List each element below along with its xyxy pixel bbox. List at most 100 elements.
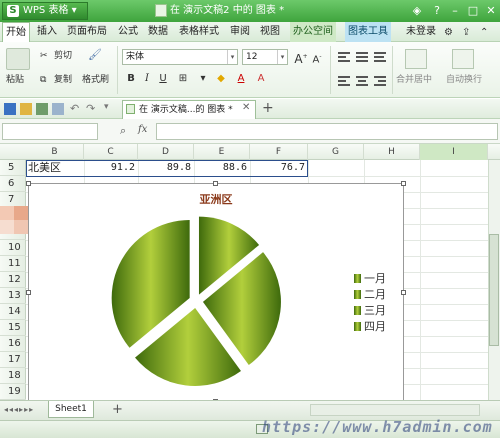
legend-item[interactable]: 二月 [354,288,386,302]
tab-chart-tools[interactable]: 图表工具 [345,22,391,42]
undo-icon[interactable]: ↶ [70,102,79,115]
border-icon[interactable]: ⊞ [176,72,190,86]
row-header[interactable]: 11 [0,256,26,272]
italic-button[interactable]: I [140,72,154,86]
maximize-button[interactable]: □ [464,3,482,19]
settings-icon[interactable]: ⚙ [444,26,453,40]
skin-icon[interactable]: ◈ [408,3,426,19]
column-header[interactable]: D [138,144,194,160]
cell-value[interactable]: 89.8 [138,160,194,176]
wrap-text-button[interactable]: 自动换行 [446,74,482,86]
chevron-down-icon[interactable]: ▾ [227,50,237,64]
column-header[interactable]: G [308,144,364,160]
redo-icon[interactable]: ↷ [86,102,95,115]
column-header[interactable]: E [194,144,250,160]
merge-cells-icon[interactable] [405,49,427,69]
legend-item[interactable]: 三月 [354,304,386,318]
copy-icon[interactable]: ⧉ [40,74,46,86]
zoom-icon[interactable]: ⌕ [120,124,126,138]
column-header-selected[interactable]: I [420,144,488,160]
pie-chart[interactable] [28,183,404,403]
font-color-icon[interactable]: A [234,72,248,86]
clear-format-icon[interactable]: A [254,72,268,86]
tab-home[interactable]: 开始 [2,22,30,42]
cut-icon[interactable]: ✂ [40,50,48,62]
name-box[interactable] [2,123,98,140]
legend-item[interactable]: 一月 [354,272,386,286]
close-tab-icon[interactable]: ✕ [242,102,250,113]
chevron-down-icon[interactable]: ▾ [277,50,287,64]
column-header[interactable]: H [364,144,420,160]
tab-page-layout[interactable]: 页面布局 [64,22,110,42]
paste-icon[interactable] [6,48,30,70]
scroll-thumb[interactable] [489,234,499,346]
share-icon[interactable]: ⇪ [462,26,470,40]
format-painter-icon[interactable]: 🖌 [88,48,102,61]
legend-item[interactable]: 四月 [354,320,386,334]
align-middle-icon[interactable] [356,52,368,62]
tab-data[interactable]: 数据 [145,22,171,42]
wrap-text-icon[interactable] [452,49,474,69]
row-header[interactable]: 12 [0,272,26,288]
font-name-select[interactable]: 宋体 ▾ [122,49,238,65]
row-header[interactable]: 6 [0,176,26,192]
column-header[interactable]: C [84,144,138,160]
chevron-down-icon[interactable]: ▾ [104,102,109,112]
row-header[interactable]: 10 [0,240,26,256]
paste-button[interactable]: 粘贴 [6,74,24,86]
cell-region[interactable]: 北美区 [28,160,84,176]
merge-center-button[interactable]: 合并居中 [396,74,432,86]
sheet-tab[interactable]: Sheet1 [48,401,94,418]
format-painter-button[interactable]: 格式刷 [82,74,109,86]
bold-button[interactable]: B [124,72,138,86]
fx-icon[interactable]: fx [138,124,147,135]
tab-office-space[interactable]: 办公空间 [290,22,336,42]
increase-font-icon[interactable]: A+ [294,50,308,66]
app-menu-button[interactable]: S WPS 表格 ▾ [2,2,88,20]
close-button[interactable]: ✕ [482,3,500,19]
align-top-icon[interactable] [338,52,350,62]
document-tab[interactable]: 在 演示文稿...的 图表 * [122,100,256,119]
row-header[interactable]: 18 [0,368,26,384]
cut-button[interactable]: 剪切 [54,50,72,62]
align-center-icon[interactable] [356,76,368,86]
align-bottom-icon[interactable] [374,52,386,62]
login-link[interactable]: 未登录 [403,22,439,42]
new-tab-icon[interactable]: + [262,100,274,116]
column-header[interactable]: B [26,144,84,160]
fill-color-icon[interactable]: ◆ [214,72,228,86]
tab-view[interactable]: 视图 [257,22,283,42]
align-left-icon[interactable] [338,76,350,86]
horizontal-scrollbar[interactable] [310,404,480,416]
column-header[interactable]: F [250,144,308,160]
minimize-button[interactable]: – [446,3,464,19]
tab-review[interactable]: 审阅 [227,22,253,42]
row-header[interactable]: 15 [0,320,26,336]
row-header[interactable]: 17 [0,352,26,368]
preview-icon[interactable] [52,103,64,115]
row-header[interactable]: 5 [0,160,26,176]
cell-value[interactable]: 88.6 [194,160,250,176]
formula-input[interactable] [156,123,498,140]
print-icon[interactable] [36,103,48,115]
font-size-select[interactable]: 12 ▾ [242,49,288,65]
help-icon[interactable]: ? [428,3,446,19]
open-icon[interactable] [20,103,32,115]
save-icon[interactable] [4,103,16,115]
cell-value[interactable]: 76.7 [250,160,308,176]
align-right-icon[interactable] [374,76,386,86]
cell-value[interactable]: 91.2 [84,160,138,176]
decrease-font-icon[interactable]: A- [310,50,324,65]
row-header[interactable]: 19 [0,384,26,400]
sheet-nav-icon[interactable]: ◂◂◂▸▸▸ [4,405,34,414]
collapse-ribbon-icon[interactable]: ⌃ [480,26,488,40]
row-header[interactable]: 14 [0,304,26,320]
add-sheet-icon[interactable]: + [112,402,123,417]
row-header[interactable]: 13 [0,288,26,304]
tab-table-style[interactable]: 表格样式 [176,22,222,42]
row-header[interactable]: 16 [0,336,26,352]
tab-formula[interactable]: 公式 [115,22,141,42]
underline-button[interactable]: U [156,72,170,86]
copy-button[interactable]: 复制 [54,74,72,86]
border-dropdown-icon[interactable]: ▾ [196,72,210,86]
